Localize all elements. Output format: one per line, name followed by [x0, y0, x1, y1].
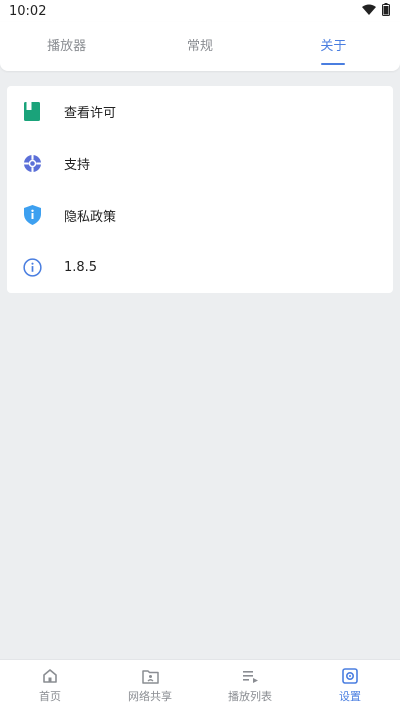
about-item-label: 隐私政策: [64, 209, 117, 225]
about-item-label: 查看许可: [64, 106, 117, 122]
network-folder-icon: [141, 667, 159, 685]
active-tab-indicator: [321, 63, 346, 65]
about-item-view-license[interactable]: 查看许可: [7, 86, 393, 138]
shield-info-icon: [22, 205, 42, 226]
about-item-support[interactable]: 支持: [7, 138, 393, 190]
status-bar: 10:02: [0, 0, 400, 22]
nav-item-playlist[interactable]: 播放列表: [200, 660, 300, 711]
tab-player-label: 播放器: [47, 39, 87, 54]
status-time: 10:02: [9, 3, 47, 19]
tab-about[interactable]: 关于: [267, 22, 400, 71]
nav-item-playlist-label: 播放列表: [228, 690, 272, 703]
app-version-text: 1.8.5: [64, 259, 98, 275]
about-list-card: 查看许可 支持 隐私政策 1.8.5: [7, 86, 393, 293]
tab-player[interactable]: 播放器: [0, 22, 133, 71]
battery-icon: [382, 2, 390, 20]
nav-item-home-label: 首页: [39, 690, 61, 703]
info-icon: [22, 257, 42, 277]
playlist-icon: [241, 667, 259, 685]
nav-item-network-share[interactable]: 网络共享: [100, 660, 200, 711]
nav-item-settings-label: 设置: [339, 690, 361, 703]
tab-general[interactable]: 常规: [133, 22, 266, 71]
settings-icon: [341, 667, 359, 685]
about-item-version: 1.8.5: [7, 241, 393, 293]
about-item-privacy-policy[interactable]: 隐私政策: [7, 190, 393, 242]
wifi-icon: [362, 4, 376, 19]
nav-item-network-share-label: 网络共享: [128, 690, 172, 703]
license-book-icon: [22, 102, 42, 122]
tab-about-label: 关于: [320, 39, 347, 54]
home-icon: [41, 667, 59, 685]
nav-item-settings[interactable]: 设置: [300, 660, 400, 711]
tab-general-label: 常规: [186, 39, 213, 54]
settings-tab-bar: 播放器 常规 关于: [0, 22, 400, 71]
bottom-navigation: 首页 网络共享 播放列表 设置: [0, 659, 400, 711]
lifebuoy-icon: [22, 154, 42, 174]
nav-item-home[interactable]: 首页: [0, 660, 100, 711]
about-item-label: 支持: [64, 158, 91, 174]
